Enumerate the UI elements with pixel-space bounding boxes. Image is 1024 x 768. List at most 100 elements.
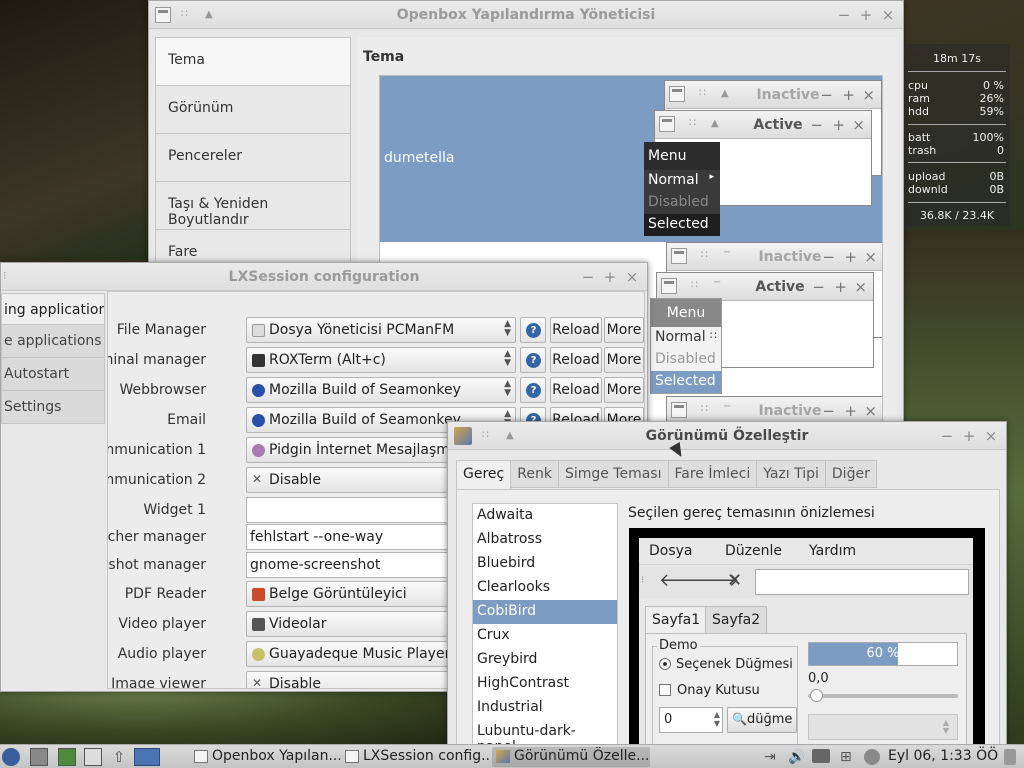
network-icon[interactable]: ⊞ — [840, 749, 852, 765]
tab-core-applications[interactable]: e applications — [1, 324, 105, 358]
tab-renk[interactable]: Renk — [510, 460, 559, 488]
titlebar[interactable]: ∷ ▲ Openbox Yapılandırma Yöneticisi − + … — [149, 1, 903, 29]
uptime: 18m 17s — [933, 52, 981, 65]
reload-button[interactable]: Reload — [550, 317, 602, 343]
volume-icon[interactable]: 🔊 — [788, 749, 805, 765]
close-icon[interactable]: × — [982, 427, 1000, 445]
file-manager-select[interactable]: Dosya Yöneticisi PCManFM ▲ ▼ — [246, 317, 516, 343]
preview-spinbutton: 0 ▲ ▼ — [659, 707, 723, 733]
sidebar-item-gorunum[interactable]: Görünüm — [155, 85, 351, 134]
list-item[interactable]: Crux — [473, 624, 617, 648]
list-item[interactable]: Clearlooks — [473, 576, 617, 600]
window-icon — [345, 750, 359, 763]
update-icon[interactable] — [864, 749, 880, 765]
tab-default-applications[interactable]: ing applications — [1, 293, 105, 325]
titlebar[interactable]: ∷ ▲ Görünümü Özelleştir − + × — [448, 422, 1006, 450]
spin-arrows-icon: ▲▼ — [504, 319, 511, 338]
file-manager-launcher-icon[interactable] — [30, 748, 48, 766]
more-button[interactable]: More — [604, 377, 644, 403]
net-speed: 36.8K / 23.4K — [919, 209, 995, 222]
music-icon — [252, 648, 265, 661]
minimize-icon[interactable]: − — [579, 268, 597, 286]
field-label: Launcher manager — [107, 529, 206, 545]
help-button[interactable]: ? — [520, 347, 546, 373]
preview-radio: Seçenek Düğmesi — [659, 657, 793, 672]
checkbox-icon — [659, 684, 671, 696]
list-item[interactable]: Adwaita — [473, 504, 617, 528]
close-icon: × — [864, 248, 877, 266]
minimize-icon: − — [822, 402, 835, 420]
tab-fare-imleci[interactable]: Fare İmleci — [667, 460, 758, 488]
more-button[interactable]: More — [604, 347, 644, 373]
widget-theme-list[interactable]: Adwaita Albatross Bluebird Clearlooks Co… — [472, 503, 618, 750]
task-lxsession[interactable]: LXSession config... — [341, 747, 491, 767]
menu-yardim: Yardım — [809, 543, 857, 559]
close-icon: × — [864, 402, 877, 420]
webbrowser-select[interactable]: Mozilla Build of Seamonkey ▲ ▼ — [246, 377, 516, 403]
video-icon — [252, 618, 265, 631]
maximize-icon[interactable]: + — [601, 268, 619, 286]
battery-icon[interactable] — [812, 749, 830, 763]
sidebar-item-tema[interactable]: Tema — [155, 37, 351, 86]
list-item-selected[interactable]: CobiBird — [473, 600, 617, 624]
field-label: Video player — [118, 616, 206, 632]
task-customize-look[interactable]: Görünümü Özelle... — [492, 747, 650, 767]
workspace-switcher-icon[interactable] — [134, 748, 160, 766]
list-item[interactable]: Greybird — [473, 648, 617, 672]
list-item[interactable]: Albatross — [473, 528, 617, 552]
sidebar-item-pencereler[interactable]: Pencereler — [155, 133, 351, 182]
search-icon: 🔍 — [732, 712, 747, 726]
list-item[interactable]: Bluebird — [473, 552, 617, 576]
image-launcher-icon[interactable] — [58, 748, 76, 766]
theme-row-selected[interactable]: dumetella ∷ ▲ Inactive − + × ∷ ▲ Active … — [380, 76, 882, 242]
help-button[interactable]: ? — [520, 317, 546, 343]
tab-simge-temasi[interactable]: Simge Teması — [557, 460, 669, 488]
minimize-icon[interactable]: − — [938, 427, 956, 445]
window-icon — [671, 402, 687, 418]
window-title: Görünümü Özelleştir — [645, 428, 809, 444]
widget-tab-page: Adwaita Albatross Bluebird Clearlooks Co… — [456, 489, 1000, 750]
row-webbrowser: Webbrowser Mozilla Build of Seamonkey ▲ ▼ … — [108, 377, 644, 405]
titlebar[interactable]: ⁝ LXSession configuration − + × — [1, 263, 647, 291]
help-button[interactable]: ? — [520, 377, 546, 403]
preview-checkbox: Onay Kutusu — [659, 683, 760, 698]
tab-settings[interactable]: Settings — [1, 390, 105, 424]
tab-diger[interactable]: Diğer — [824, 460, 877, 488]
trash-icon[interactable] — [1004, 749, 1016, 765]
reload-button[interactable]: Reload — [550, 377, 602, 403]
reload-button[interactable]: Reload — [550, 347, 602, 373]
task-openbox[interactable]: Openbox Yapılan... — [190, 747, 340, 767]
row-terminal-manager: Terminal manager ROXTerm (Alt+c)▲▼ ? Rel… — [108, 347, 644, 375]
preview-menubar: Dosya Düzenle Yardım — [639, 538, 973, 564]
minimize-icon: − — [822, 248, 835, 266]
close-icon[interactable]: × — [879, 6, 897, 24]
list-item[interactable]: Industrial — [473, 696, 617, 720]
close-icon[interactable]: × — [623, 268, 641, 286]
preview-notebook: Sayfa1 Sayfa2 Demo Seçenek Düğmesi Onay … — [645, 606, 967, 750]
maximize-icon[interactable]: + — [857, 6, 875, 24]
network-arrows-icon[interactable]: ⇥ — [764, 749, 776, 765]
start-menu-icon[interactable] — [2, 748, 20, 766]
terminal-manager-select[interactable]: ROXTerm (Alt+c) ▲ ▼ — [246, 347, 516, 373]
maximize-icon: + — [844, 248, 857, 266]
scale-value: 0,0 — [808, 671, 829, 686]
list-item[interactable]: Lubuntu-dark-panel — [473, 720, 617, 750]
minimize-icon[interactable]: − — [835, 6, 853, 24]
more-button[interactable]: More — [604, 317, 644, 343]
tab-autostart[interactable]: Autostart — [1, 357, 105, 391]
divider — [908, 71, 1006, 72]
maximize-icon: + — [834, 278, 847, 296]
clock[interactable]: Eyl 06, 1:33 ÖÖ — [888, 748, 998, 764]
preview-menu-light: Menu Normal ∷ Disabled Selected — [650, 298, 722, 394]
window-icon — [671, 248, 687, 264]
tab-gerec[interactable]: Gereç — [456, 460, 512, 491]
list-item[interactable]: HighContrast — [473, 672, 617, 696]
field-label: Image viewer — [111, 676, 206, 689]
maximize-icon[interactable]: + — [960, 427, 978, 445]
sidebar-item-tasi[interactable]: Taşı & Yeniden Boyutlandır — [155, 181, 351, 230]
show-desktop-icon[interactable] — [84, 748, 102, 766]
tab-yazi-tipi[interactable]: Yazı Tipi — [756, 460, 826, 488]
tray-up-icon[interactable]: ⇧ — [110, 748, 128, 766]
minimize-icon: − — [820, 86, 833, 104]
seamonkey-icon — [252, 384, 265, 397]
